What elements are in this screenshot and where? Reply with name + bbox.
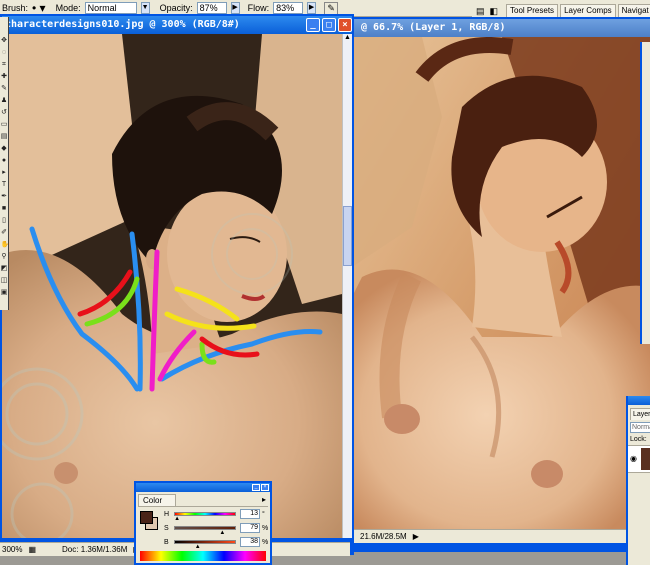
mode-select[interactable]: Normal <box>84 2 137 14</box>
painting-status-bar: 21.6M/28.5M ▶ <box>352 529 650 543</box>
layer-lock-label: Lock: <box>630 436 647 443</box>
color-palette: _ × Color ▸ H ▲ 13 ° S ▲ 79 % B ▲ 38 % <box>134 481 272 565</box>
painting-document-window: @ 66.7% (Layer 1, RGB/8) <box>350 17 650 552</box>
photo-title-bar[interactable]: characterdesigns010.jpg @ 300% (RGB/8#) … <box>2 16 352 34</box>
lasso-tool-icon[interactable]: ◌ <box>1 49 8 57</box>
opacity-field[interactable]: 87% <box>196 2 227 14</box>
stamp-tool-icon[interactable]: ♟ <box>1 97 8 105</box>
opacity-slider-arrow[interactable]: ▶ <box>230 2 240 14</box>
tab-navigator[interactable]: Navigat <box>617 4 650 17</box>
brightness-field[interactable]: 38 <box>240 537 260 547</box>
color-palette-body: H ▲ 13 ° S ▲ 79 % B ▲ 38 % <box>138 506 268 562</box>
scroll-up-arrow[interactable]: ▲ <box>343 34 352 46</box>
color-palette-close-button[interactable]: × <box>261 484 269 491</box>
layer-thumbnail <box>641 448 650 470</box>
layer-row[interactable]: ◉ <box>628 445 650 473</box>
tab-layers[interactable]: Layer <box>630 408 650 420</box>
palette-toggle-icon[interactable]: ◧ <box>490 6 499 17</box>
painting-doc-size: 21.6M/28.5M <box>360 531 407 541</box>
hue-slider[interactable]: ▲ <box>174 512 236 522</box>
photo-doc-size: Doc: 1.36M/1.36M <box>62 544 128 554</box>
hue-unit: ° <box>262 510 265 518</box>
brightness-row: B ▲ 38 % <box>164 537 269 550</box>
saturation-field[interactable]: 79 <box>240 523 260 533</box>
tab-tool-presets[interactable]: Tool Presets <box>506 4 559 17</box>
move-tool-icon[interactable]: ✥ <box>1 37 8 45</box>
eye-icon[interactable]: ◉ <box>630 454 637 463</box>
photo-title: characterdesigns010.jpg @ 300% (RGB/8#) <box>5 19 240 30</box>
brightness-label: B <box>164 538 169 546</box>
screen-mode-icon[interactable]: ▣ <box>1 289 8 297</box>
tab-layer-comps[interactable]: Layer Comps <box>560 4 616 17</box>
color-palette-minimize-button[interactable]: _ <box>252 484 260 491</box>
crop-tool-icon[interactable]: ⌗ <box>1 61 8 69</box>
layer-blend-mode-select[interactable]: Normal <box>630 422 650 433</box>
saturation-unit: % <box>262 524 269 532</box>
dodge-tool-icon[interactable]: ● <box>1 157 8 165</box>
saturation-slider[interactable]: ▲ <box>174 526 236 536</box>
path-tool-icon[interactable]: ▸ <box>1 169 8 177</box>
photo-vertical-scrollbar[interactable]: ▲ <box>342 34 352 538</box>
status-info-icon[interactable]: ▦ <box>28 543 36 557</box>
scroll-thumb[interactable] <box>343 206 352 266</box>
minimize-button[interactable]: _ <box>306 18 320 32</box>
palette-well: ▤ ◧ Tool Presets Layer Comps Navigat <box>472 0 650 17</box>
photo-canvas[interactable] <box>2 34 342 538</box>
brightness-unit: % <box>262 538 269 546</box>
eyedropper-tool-icon[interactable]: ✐ <box>1 229 8 237</box>
color-palette-title-bar[interactable]: _ × <box>136 483 270 492</box>
flow-field[interactable]: 83% <box>273 2 304 14</box>
saturation-row: S ▲ 79 % <box>164 523 269 536</box>
eraser-tool-icon[interactable]: ▭ <box>1 121 8 129</box>
gradient-tool-icon[interactable]: ▤ <box>1 133 8 141</box>
toolbox: ✥ ◌ ⌗ ✚ ✎ ♟ ↺ ▭ ▤ ◆ ● ▸ T ✒ ■ ▯ ✐ ✋ ⚲ ◩ … <box>0 17 9 310</box>
pen-tool-icon[interactable]: ✒ <box>1 193 8 201</box>
flow-slider-arrow[interactable]: ▶ <box>307 2 317 14</box>
maximize-button[interactable]: □ <box>322 18 336 32</box>
airbrush-icon[interactable]: ✎ <box>324 1 339 15</box>
photo-document-window: characterdesigns010.jpg @ 300% (RGB/8#) … <box>0 14 354 555</box>
hue-slider-knob[interactable]: ▲ <box>174 516 180 522</box>
side-palette-edge <box>640 42 650 344</box>
hue-row: H ▲ 13 ° <box>164 509 268 522</box>
painting-title-bar[interactable]: @ 66.7% (Layer 1, RGB/8) <box>352 19 650 37</box>
shape-tool-icon[interactable]: ■ <box>1 205 8 213</box>
flow-label: Flow: <box>247 3 270 13</box>
mode-label: Mode: <box>55 3 81 13</box>
color-palette-menu-icon[interactable]: ▸ <box>262 495 266 504</box>
history-brush-icon[interactable]: ↺ <box>1 109 8 117</box>
tab-color[interactable]: Color <box>138 494 176 506</box>
layers-title-bar[interactable] <box>628 396 650 405</box>
brush-label: Brush: <box>2 3 29 13</box>
blur-tool-icon[interactable]: ◆ <box>1 145 8 153</box>
file-browser-icon[interactable]: ▤ <box>476 6 485 17</box>
brush-tool-icon[interactable]: ✎ <box>1 85 8 93</box>
opacity-label: Opacity: <box>159 3 193 13</box>
color-ramp[interactable] <box>140 551 266 561</box>
healing-tool-icon[interactable]: ✚ <box>1 73 8 81</box>
layers-palette: Layer Normal Lock: ◉ <box>626 396 650 565</box>
painting-canvas[interactable] <box>352 37 650 534</box>
hand-tool-icon[interactable]: ✋ <box>1 241 8 249</box>
brightness-slider-knob[interactable]: ▲ <box>195 544 201 550</box>
close-button[interactable]: × <box>338 18 352 32</box>
type-tool-icon[interactable]: T <box>1 181 8 189</box>
saturation-label: S <box>164 524 169 532</box>
foreground-color-swatch[interactable] <box>140 511 153 524</box>
painting-status-arrow-icon[interactable]: ▶ <box>413 530 419 544</box>
saturation-slider-knob[interactable]: ▲ <box>219 530 225 536</box>
hue-field[interactable]: 13 <box>240 509 260 519</box>
hue-label: H <box>164 510 170 518</box>
mode-dropdown-arrow[interactable]: ▼ <box>140 2 150 14</box>
brush-preset-picker[interactable]: • ▾ <box>32 2 46 14</box>
brightness-slider[interactable]: ▲ <box>174 540 236 550</box>
zoom-tool-icon[interactable]: ⚲ <box>1 253 8 261</box>
painting-title: @ 66.7% (Layer 1, RGB/8) <box>361 22 506 33</box>
color-swatches-icon[interactable]: ◩ <box>1 265 8 273</box>
quick-mask-icon[interactable]: ◫ <box>1 277 8 285</box>
zoom-level[interactable]: 300% <box>2 543 22 557</box>
notes-tool-icon[interactable]: ▯ <box>1 217 8 225</box>
